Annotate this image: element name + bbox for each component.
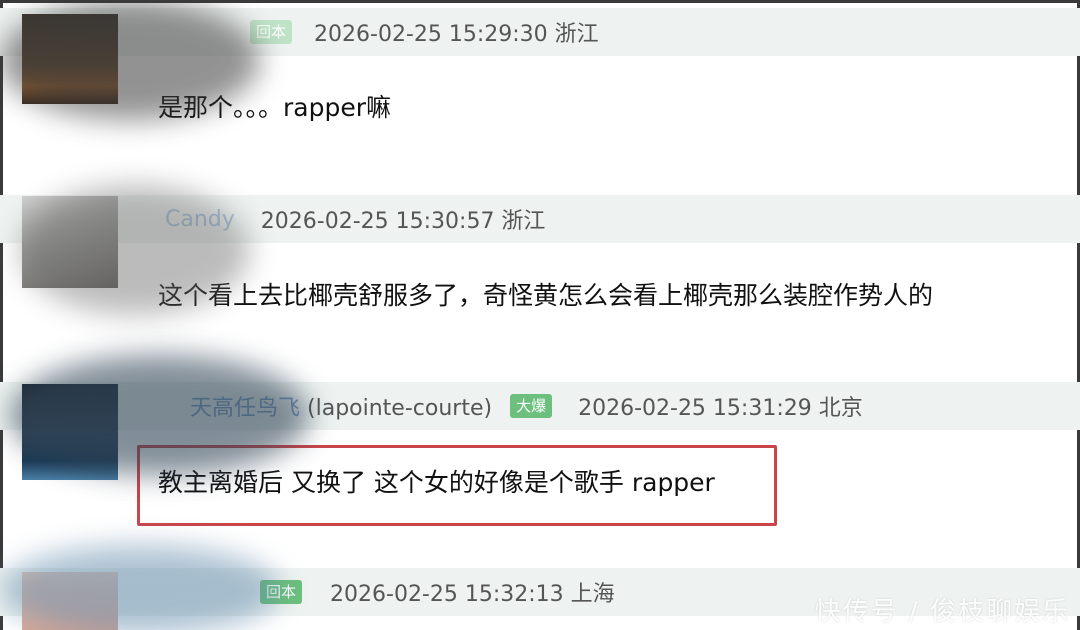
comment-username[interactable]: 天高任鸟飞 (lapointe-courte) — [190, 390, 492, 422]
comment-username[interactable]: Candy — [165, 207, 235, 232]
username-text: 天高任鸟飞 — [190, 396, 301, 421]
comment-meta-bar: Candy 2026-02-25 15:30:57 浙江 — [0, 195, 1080, 243]
comment-text: 是那个。。。rapper嘛 — [158, 93, 391, 122]
avatar[interactable] — [22, 14, 118, 104]
avatar[interactable] — [22, 196, 118, 288]
username-text: Candy — [165, 206, 235, 232]
user-badge: 大爆 — [510, 394, 553, 418]
avatar[interactable] — [22, 572, 118, 630]
comment-timestamp: 2026-02-25 15:31:29 北京 — [578, 396, 863, 421]
comment-timestamp: 2026-02-25 15:29:30 浙江 — [314, 22, 599, 47]
username-handle: (lapointe-courte) — [307, 396, 493, 421]
user-badge: 回本 — [250, 20, 293, 44]
avatar[interactable] — [22, 384, 118, 480]
user-badge: 回本 — [260, 580, 303, 604]
comment-timestamp: 2026-02-25 15:30:57 浙江 — [260, 209, 546, 234]
watermark: 快传号 / 俊枝聊娱乐 — [814, 597, 1070, 627]
comment-timestamp: 2026-02-25 15:32:13 上海 — [330, 582, 615, 607]
comment-meta-bar: 天高任鸟飞 (lapointe-courte) 大爆 2026-02-25 15… — [0, 382, 1080, 430]
comment-meta-bar: 回本 2026-02-25 15:29:30 浙江 — [0, 8, 1080, 56]
comment-text: 这个看上去比椰壳舒服多了，奇怪黄怎么会看上椰壳那么装腔作势人的 — [158, 281, 934, 310]
comment-text: 教主离婚后 又换了 这个女的好像是个歌手 rapper — [158, 468, 715, 497]
